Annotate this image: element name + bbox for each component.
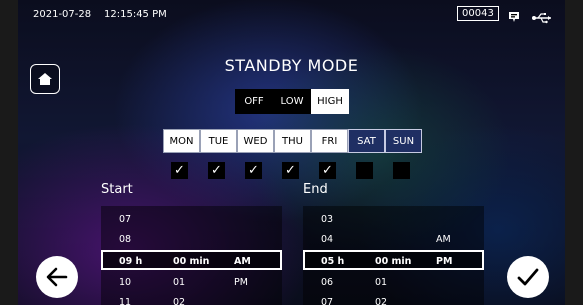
- time-row[interactable]: 07 02: [303, 292, 484, 305]
- standby-screen: 2021-07-28 12:15:45 PM 00043 STANDBY MOD…: [18, 0, 565, 305]
- start-ampm: AM: [234, 256, 251, 267]
- day-mon-button[interactable]: MON: [163, 129, 200, 153]
- time-row[interactable]: 08: [101, 229, 282, 249]
- end-time-picker[interactable]: 03 04 AM 05 h 00 min PM 06 01 07 02: [303, 206, 484, 305]
- day-fri-button[interactable]: FRI: [311, 129, 348, 153]
- checkbox-fri[interactable]: ✓: [319, 162, 336, 179]
- mode-low-button[interactable]: LOW: [273, 89, 311, 114]
- checkbox-thu[interactable]: ✓: [282, 162, 299, 179]
- checkbox-tue[interactable]: ✓: [208, 162, 225, 179]
- status-bar: 2021-07-28 12:15:45 PM 00043: [18, 0, 565, 30]
- day-selector: MON TUE WED THU FRI SAT SUN: [163, 129, 422, 153]
- time-row[interactable]: 10 01 PM: [101, 272, 282, 292]
- arrow-left-icon: [46, 267, 68, 287]
- selected-time-row[interactable]: 05 h 00 min PM: [303, 250, 484, 270]
- checkbox-mon[interactable]: ✓: [171, 162, 188, 179]
- time-row[interactable]: 06 01: [303, 272, 484, 292]
- checkbox-sat[interactable]: [356, 162, 373, 179]
- checkbox-sun[interactable]: [393, 162, 410, 179]
- day-thu-button[interactable]: THU: [274, 129, 311, 153]
- mode-off-button[interactable]: OFF: [235, 89, 273, 114]
- end-minute: 00 min: [375, 256, 412, 267]
- start-time-picker[interactable]: 07 08 09 h 00 min AM 10 01 PM 11 02: [101, 206, 282, 305]
- checkbox-wed[interactable]: ✓: [245, 162, 262, 179]
- selected-time-row[interactable]: 09 h 00 min AM: [101, 250, 282, 270]
- page-title: STANDBY MODE: [224, 56, 359, 75]
- day-tue-button[interactable]: TUE: [200, 129, 237, 153]
- time-row[interactable]: 04 AM: [303, 229, 484, 249]
- status-counter: 00043: [457, 6, 499, 21]
- status-time: 12:15:45 PM: [104, 9, 167, 20]
- mode-high-button[interactable]: HIGH: [311, 89, 349, 114]
- usb-icon: [532, 9, 554, 28]
- mode-selector: OFF LOW HIGH: [235, 89, 349, 114]
- time-row[interactable]: 07: [101, 209, 282, 229]
- back-button[interactable]: [36, 256, 78, 298]
- start-label: Start: [101, 182, 133, 197]
- checkmark-icon: [517, 268, 539, 286]
- start-minute: 00 min: [173, 256, 210, 267]
- start-hour: 09 h: [119, 256, 143, 267]
- time-row[interactable]: 11 02: [101, 292, 282, 305]
- status-date: 2021-07-28: [33, 9, 92, 20]
- day-sat-button[interactable]: SAT: [348, 129, 385, 153]
- day-wed-button[interactable]: WED: [237, 129, 274, 153]
- end-hour: 05 h: [321, 256, 345, 267]
- day-sun-button[interactable]: SUN: [385, 129, 422, 153]
- end-label: End: [303, 182, 328, 197]
- message-icon: [508, 8, 520, 27]
- time-row[interactable]: 03: [303, 209, 484, 229]
- end-ampm: PM: [436, 256, 453, 267]
- day-checkboxes: ✓ ✓ ✓ ✓ ✓: [171, 162, 430, 179]
- confirm-button[interactable]: [507, 256, 549, 298]
